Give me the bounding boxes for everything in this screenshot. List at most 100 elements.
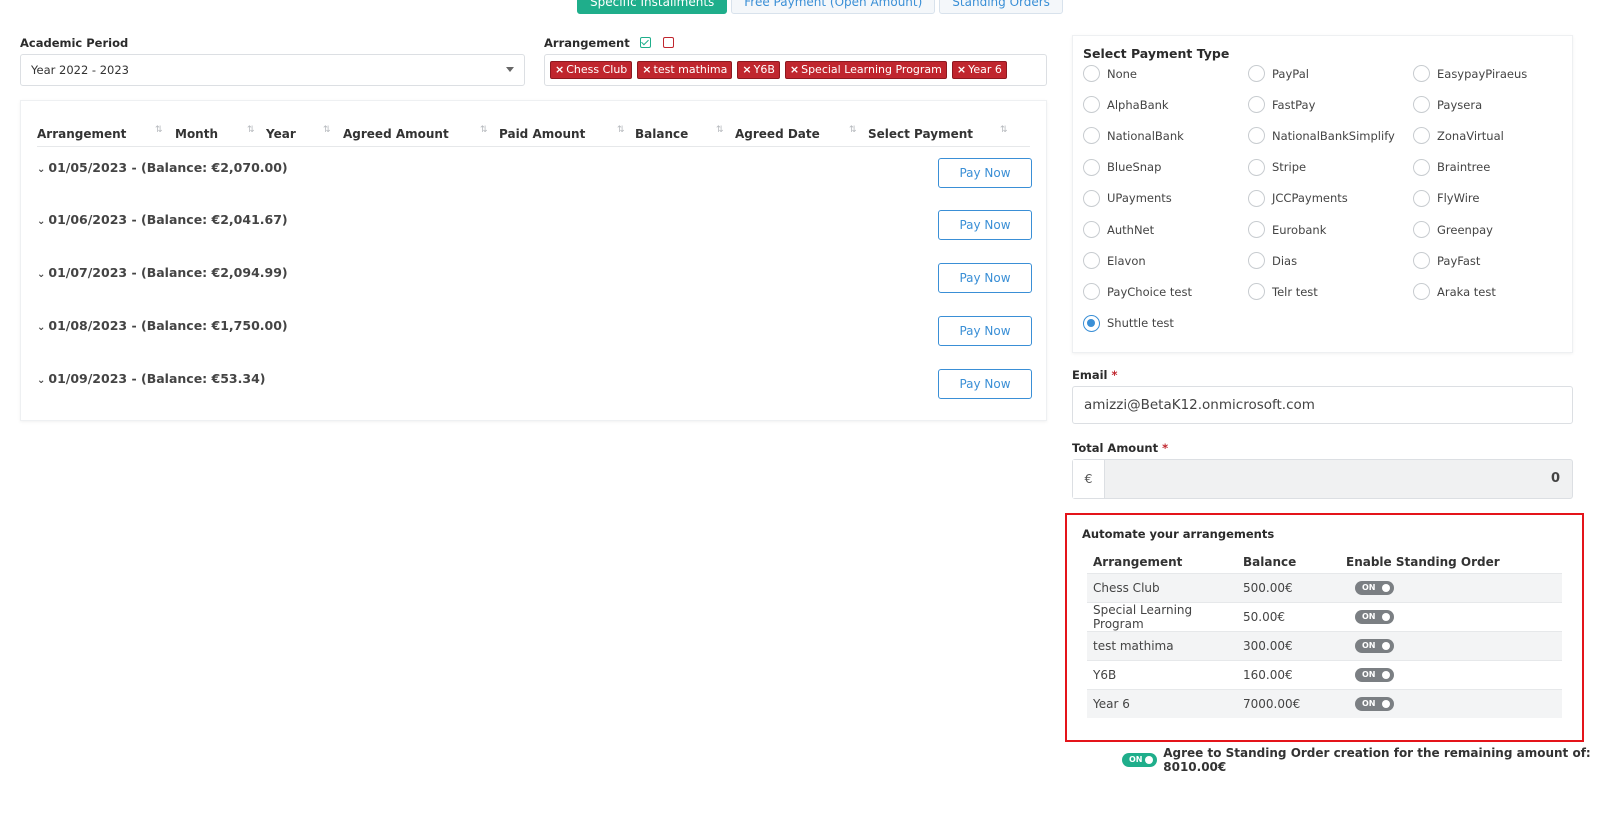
radio-icon[interactable] <box>1413 189 1430 207</box>
remove-tag-icon[interactable]: × <box>790 63 799 76</box>
col-paid-amount[interactable]: Paid Amount <box>499 127 585 141</box>
chevron-down-icon[interactable]: ⌄ <box>37 375 45 386</box>
col-arrangement[interactable]: Arrangement <box>37 127 126 141</box>
col-balance[interactable]: Balance <box>635 127 688 141</box>
chevron-down-icon[interactable]: ⌄ <box>37 164 45 175</box>
radio-icon[interactable] <box>1248 127 1265 145</box>
radio-icon[interactable] <box>1248 65 1265 82</box>
payment-option[interactable]: AuthNet <box>1083 221 1154 238</box>
payment-option[interactable]: FlyWire <box>1413 189 1479 207</box>
sort-icon[interactable]: ⇅ <box>617 125 624 135</box>
payment-option[interactable]: EasypayPiraeus <box>1413 65 1527 82</box>
payment-option[interactable]: JCCPayments <box>1248 189 1348 207</box>
tab-free-payment[interactable]: Free Payment (Open Amount) <box>731 0 936 14</box>
payment-option[interactable]: BlueSnap <box>1083 158 1161 176</box>
radio-icon[interactable] <box>1083 221 1100 238</box>
radio-icon[interactable] <box>1248 221 1265 238</box>
deselect-all-icon[interactable] <box>662 37 674 48</box>
radio-icon[interactable] <box>1083 283 1100 301</box>
radio-icon[interactable] <box>1248 96 1265 114</box>
standing-order-toggle[interactable]: ON <box>1355 639 1394 653</box>
installment-row[interactable]: ⌄ 01/05/2023 - (Balance: €2,070.00) <box>37 160 288 175</box>
chevron-down-icon[interactable]: ⌄ <box>37 322 45 333</box>
radio-icon[interactable] <box>1413 283 1430 301</box>
installment-row[interactable]: ⌄ 01/09/2023 - (Balance: €53.34) <box>37 371 265 386</box>
tab-specific-installments[interactable]: Specific Installments <box>577 0 728 14</box>
remove-tag-icon[interactable]: × <box>742 63 751 76</box>
payment-option[interactable]: ZonaVirtual <box>1413 127 1504 145</box>
payment-option[interactable]: NationalBankSimplify <box>1248 127 1395 145</box>
installment-row[interactable]: ⌄ 01/06/2023 - (Balance: €2,041.67) <box>37 212 288 227</box>
arrangement-tag[interactable]: × Chess Club <box>550 61 633 79</box>
payment-option[interactable]: AlphaBank <box>1083 96 1169 114</box>
payment-option[interactable]: Araka test <box>1413 283 1496 301</box>
sort-icon[interactable]: ⇅ <box>480 125 487 135</box>
radio-icon[interactable] <box>1083 127 1100 145</box>
academic-period-select[interactable]: Year 2022 - 2023 <box>20 54 525 86</box>
installment-row[interactable]: ⌄ 01/08/2023 - (Balance: €1,750.00) <box>37 318 288 333</box>
sort-icon[interactable]: ⇅ <box>1000 125 1007 135</box>
arrangement-tag[interactable]: × test mathima <box>637 61 733 79</box>
tab-standing-orders[interactable]: Standing Orders <box>939 0 1063 14</box>
pay-now-button[interactable]: Pay Now <box>938 210 1032 240</box>
sort-icon[interactable]: ⇅ <box>323 125 330 135</box>
payment-option[interactable]: FastPay <box>1248 96 1315 114</box>
col-agreed-date[interactable]: Agreed Date <box>735 127 820 141</box>
radio-icon[interactable] <box>1248 252 1265 270</box>
radio-icon[interactable] <box>1248 158 1265 176</box>
remove-tag-icon[interactable]: × <box>957 63 966 76</box>
sort-icon[interactable]: ⇅ <box>716 125 723 135</box>
chevron-down-icon[interactable]: ⌄ <box>37 216 45 227</box>
payment-option[interactable]: Stripe <box>1248 158 1306 176</box>
payment-option[interactable]: Shuttle test <box>1083 314 1174 332</box>
radio-icon[interactable] <box>1248 189 1265 207</box>
sort-icon[interactable]: ⇅ <box>155 125 162 135</box>
standing-order-toggle[interactable]: ON <box>1355 697 1394 711</box>
email-field[interactable]: amizzi@BetaK12.onmicrosoft.com <box>1072 386 1573 424</box>
radio-icon[interactable] <box>1413 221 1430 238</box>
standing-order-toggle[interactable]: ON <box>1355 610 1394 624</box>
standing-order-toggle[interactable]: ON <box>1355 581 1394 595</box>
payment-option[interactable]: None <box>1083 65 1137 82</box>
payment-option[interactable]: Telr test <box>1248 283 1318 301</box>
radio-icon[interactable] <box>1083 252 1100 270</box>
select-all-icon[interactable] <box>639 37 651 48</box>
pay-now-button[interactable]: Pay Now <box>938 316 1032 346</box>
chevron-down-icon[interactable]: ⌄ <box>37 269 45 280</box>
radio-icon[interactable] <box>1413 252 1430 270</box>
arrangement-tag[interactable]: × Special Learning Program <box>784 61 947 79</box>
payment-option[interactable]: NationalBank <box>1083 127 1184 145</box>
payment-option[interactable]: Greenpay <box>1413 221 1493 238</box>
col-month[interactable]: Month <box>175 127 218 141</box>
radio-icon[interactable] <box>1083 158 1100 176</box>
pay-now-button[interactable]: Pay Now <box>938 263 1032 293</box>
radio-icon[interactable] <box>1083 314 1100 332</box>
sort-icon[interactable]: ⇅ <box>247 125 254 135</box>
radio-icon[interactable] <box>1248 283 1265 301</box>
sort-icon[interactable]: ⇅ <box>849 125 856 135</box>
standing-order-toggle[interactable]: ON <box>1355 668 1394 682</box>
payment-option[interactable]: Eurobank <box>1248 221 1326 238</box>
arrangement-tag[interactable]: × Y6B <box>737 61 780 79</box>
radio-icon[interactable] <box>1413 158 1430 176</box>
arrangement-multiselect[interactable]: × Chess Club × test mathima × Y6B × Special … <box>544 54 1047 86</box>
radio-icon[interactable] <box>1083 65 1100 82</box>
col-select-payment[interactable]: Select Payment <box>868 127 973 141</box>
col-year[interactable]: Year <box>266 127 296 141</box>
remove-tag-icon[interactable]: × <box>642 63 651 76</box>
payment-option[interactable]: Dias <box>1248 252 1297 270</box>
installment-row[interactable]: ⌄ 01/07/2023 - (Balance: €2,094.99) <box>37 265 288 280</box>
radio-icon[interactable] <box>1413 127 1430 145</box>
payment-option[interactable]: UPayments <box>1083 189 1172 207</box>
arrangement-tag[interactable]: × Year 6 <box>951 61 1007 79</box>
agree-toggle[interactable]: ON <box>1122 753 1158 767</box>
payment-option[interactable]: Elavon <box>1083 252 1146 270</box>
payment-option[interactable]: Braintree <box>1413 158 1490 176</box>
pay-now-button[interactable]: Pay Now <box>938 369 1032 399</box>
col-agreed-amount[interactable]: Agreed Amount <box>343 127 449 141</box>
pay-now-button[interactable]: Pay Now <box>938 158 1032 188</box>
radio-icon[interactable] <box>1413 96 1430 114</box>
payment-option[interactable]: PayChoice test <box>1083 283 1192 301</box>
payment-option[interactable]: Paysera <box>1413 96 1482 114</box>
remove-tag-icon[interactable]: × <box>555 63 564 76</box>
